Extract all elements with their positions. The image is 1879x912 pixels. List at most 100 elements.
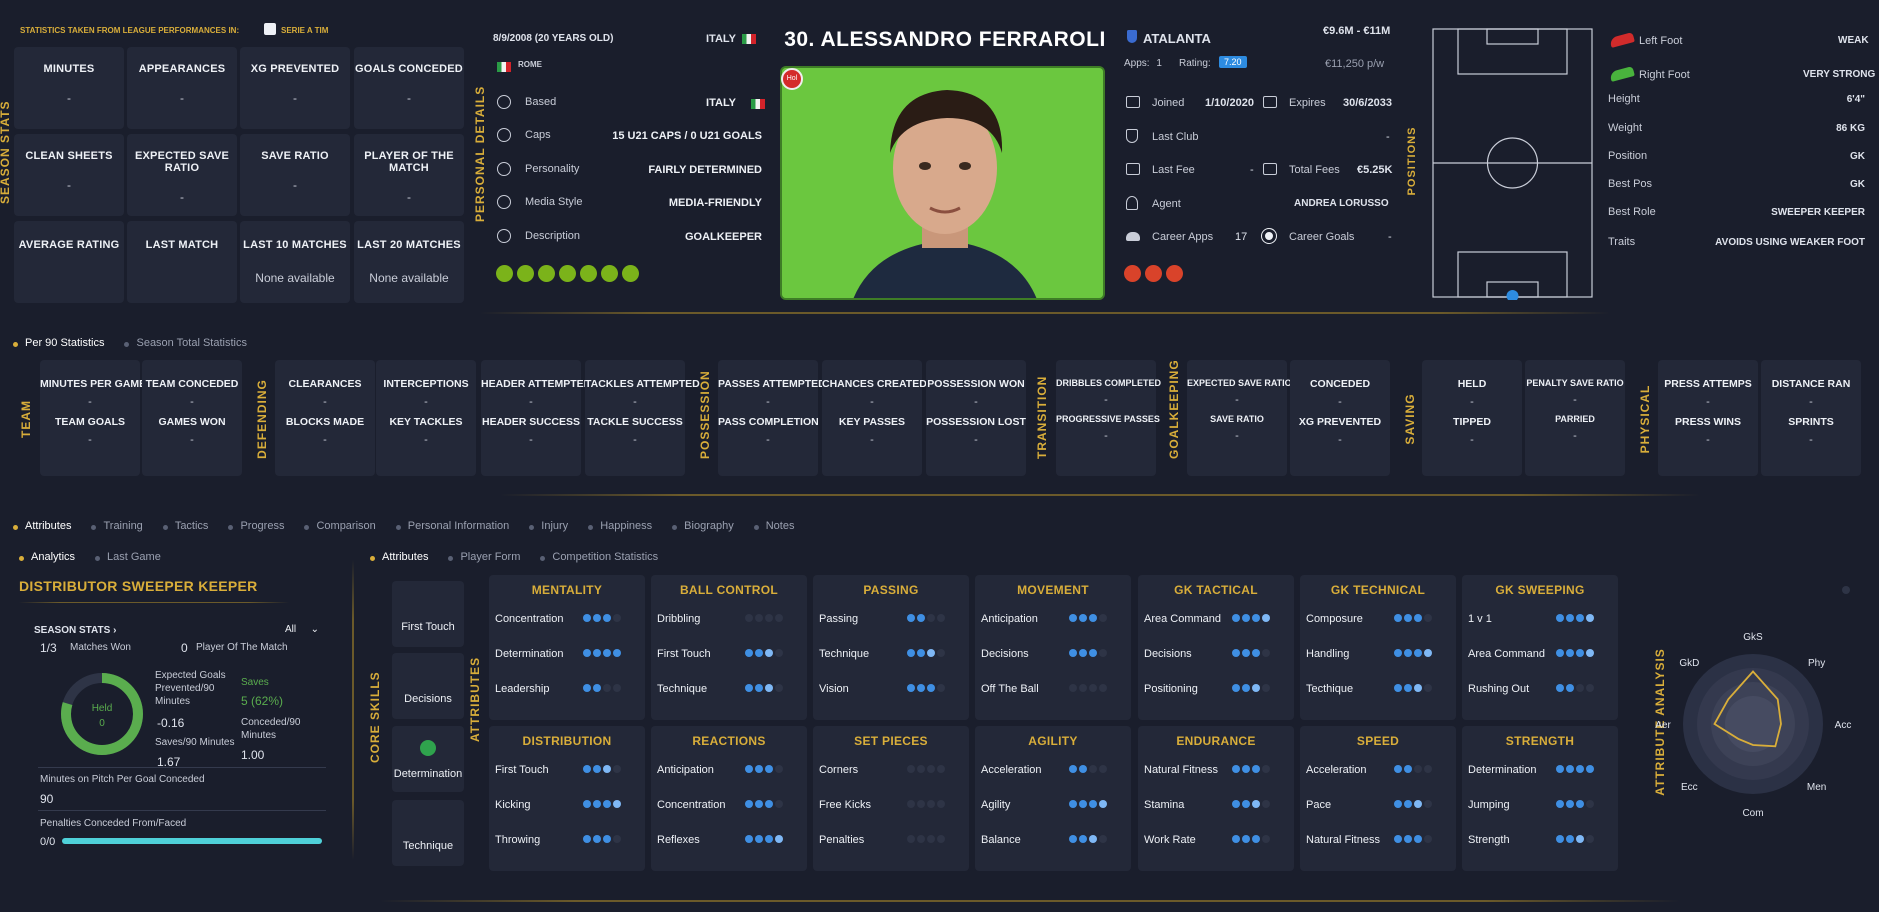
tab-progress[interactable]: Progress (228, 520, 284, 532)
attribute-row[interactable]: Rushing Out (1468, 683, 1612, 695)
attribute-row[interactable]: Concentration (495, 613, 639, 625)
core-skill-determination[interactable]: Determination (392, 726, 464, 792)
stat-value: None available (255, 271, 335, 285)
attribute-row[interactable]: First Touch (657, 648, 801, 660)
attribute-row[interactable]: Positioning (1144, 683, 1288, 695)
tab-player-form[interactable]: Player Form (448, 551, 520, 563)
attribute-row[interactable]: Natural Fitness (1306, 834, 1450, 846)
attribute-row[interactable]: Area Command (1144, 613, 1288, 625)
rating-dot (765, 835, 773, 843)
tab-last-game[interactable]: Last Game (95, 551, 161, 563)
attribute-row[interactable]: Strength (1468, 834, 1612, 846)
attribute-row[interactable]: Determination (1468, 764, 1612, 776)
tab-personal-information[interactable]: Personal Information (395, 520, 509, 532)
tab-per-90-statistics[interactable]: Per 90 Statistics (13, 337, 104, 349)
attribute-row[interactable]: Anticipation (981, 613, 1125, 625)
agent-name[interactable]: ANDREA LORUSSO (1294, 198, 1389, 209)
attribute-row[interactable]: First Touch (495, 764, 639, 776)
season-stats-link[interactable]: SEASON STATS › (34, 625, 116, 636)
attribute-row[interactable]: Passing (819, 613, 963, 625)
attribute-row[interactable]: Off The Ball (981, 683, 1125, 695)
tab-attributes[interactable]: Attributes (370, 551, 428, 563)
tab-biography[interactable]: Biography (672, 520, 734, 532)
attribute-row[interactable]: Leadership (495, 683, 639, 695)
league-label[interactable]: SERIE A TIM (281, 26, 328, 35)
attribute-row[interactable]: Anticipation (657, 764, 801, 776)
attribute-row[interactable]: 1 v 1 (1468, 613, 1612, 625)
attribute-row[interactable]: Technique (819, 648, 963, 660)
attribute-rating (745, 649, 785, 657)
rating-dot (1414, 614, 1422, 622)
rating-dot (1089, 835, 1097, 843)
rating-dot (1099, 684, 1107, 692)
attribute-row[interactable]: Concentration (657, 799, 801, 811)
attribute-rating (1556, 800, 1596, 808)
tab-analytics[interactable]: Analytics (19, 551, 75, 563)
stats-tabs: Per 90 Statistics Season Total Statistics (13, 337, 267, 349)
rating-dot (937, 649, 945, 657)
joined-date: 1/10/2020 (1205, 97, 1254, 109)
core-skill-technique[interactable]: Technique (392, 800, 464, 866)
rating-dot (1556, 765, 1564, 773)
main-tabs: Attributes Training Tactics Progress Compari… (13, 520, 814, 532)
attribute-row[interactable]: Balance (981, 834, 1125, 846)
radar-axis-label: Com (1742, 808, 1763, 819)
attribute-row[interactable]: Acceleration (1306, 764, 1450, 776)
attribute-row[interactable]: Decisions (1144, 648, 1288, 660)
attribute-row[interactable]: Jumping (1468, 799, 1612, 811)
season-filter-select[interactable]: All ⌄ (279, 621, 325, 639)
tab-notes[interactable]: Notes (753, 520, 794, 532)
attribute-row[interactable]: Handling (1306, 648, 1450, 660)
attribute-row[interactable]: Acceleration (981, 764, 1125, 776)
attribute-row[interactable]: Corners (819, 764, 963, 776)
tab-competition-statistics[interactable]: Competition Statistics (540, 551, 658, 563)
target-icon (1145, 265, 1162, 282)
nation[interactable]: ITALY (706, 33, 756, 45)
attribute-row[interactable]: Natural Fitness (1144, 764, 1288, 776)
core-skill-decisions[interactable]: Decisions (392, 653, 464, 719)
tab-injury[interactable]: Injury (529, 520, 568, 532)
rating-dot (1232, 800, 1240, 808)
attribute-name: Natural Fitness (1306, 834, 1380, 846)
attribute-row[interactable]: Area Command (1468, 648, 1612, 660)
attribute-row[interactable]: Technique (657, 683, 801, 695)
attribute-row[interactable]: Penalties (819, 834, 963, 846)
core-skill-first-touch[interactable]: First Touch (392, 581, 464, 647)
row-value-text: GOALKEEPER (684, 231, 762, 243)
rating-dot (745, 649, 753, 657)
attribute-row[interactable]: Kicking (495, 799, 639, 811)
player-photo (780, 66, 1105, 300)
attribute-name: Leadership (495, 683, 550, 695)
tab-training[interactable]: Training (91, 520, 143, 532)
club-name[interactable]: ATALANTA (1143, 31, 1211, 46)
tab-season-total-statistics[interactable]: Season Total Statistics (124, 337, 247, 349)
settings-dot-icon[interactable] (1842, 586, 1850, 594)
personal-row-based: Based (497, 95, 556, 109)
attribute-row[interactable]: Reflexes (657, 834, 801, 846)
attribute-row[interactable]: Vision (819, 683, 963, 695)
figure-icon (1166, 265, 1183, 282)
status-badge[interactable]: Hol (781, 68, 803, 90)
rating-label: Rating: (1179, 58, 1211, 69)
tab-attributes[interactable]: Attributes (13, 520, 71, 532)
tab-comparison[interactable]: Comparison (304, 520, 376, 532)
attribute-row[interactable]: Decisions (981, 648, 1125, 660)
bio-value: GK (1850, 151, 1865, 162)
attribute-row[interactable]: Free Kicks (819, 799, 963, 811)
attribute-row[interactable]: Agility (981, 799, 1125, 811)
attribute-name: Dribbling (657, 613, 701, 625)
attribute-row[interactable]: Dribbling (657, 613, 801, 625)
attribute-row[interactable]: Tecthique (1306, 683, 1450, 695)
attribute-row[interactable]: Pace (1306, 799, 1450, 811)
tab-happiness[interactable]: Happiness (588, 520, 652, 532)
attribute-row[interactable]: Work Rate (1144, 834, 1288, 846)
attribute-row[interactable]: Throwing (495, 834, 639, 846)
joined-label: Joined (1152, 97, 1185, 109)
attribute-row[interactable]: Stamina (1144, 799, 1288, 811)
attribute-row[interactable]: Determination (495, 648, 639, 660)
attribute-row[interactable]: Composure (1306, 613, 1450, 625)
apps-row: Apps: 1 (1124, 58, 1162, 69)
tab-tactics[interactable]: Tactics (162, 520, 208, 532)
rating-dot (1089, 765, 1097, 773)
stat-label: SPRINTS (1788, 416, 1834, 428)
